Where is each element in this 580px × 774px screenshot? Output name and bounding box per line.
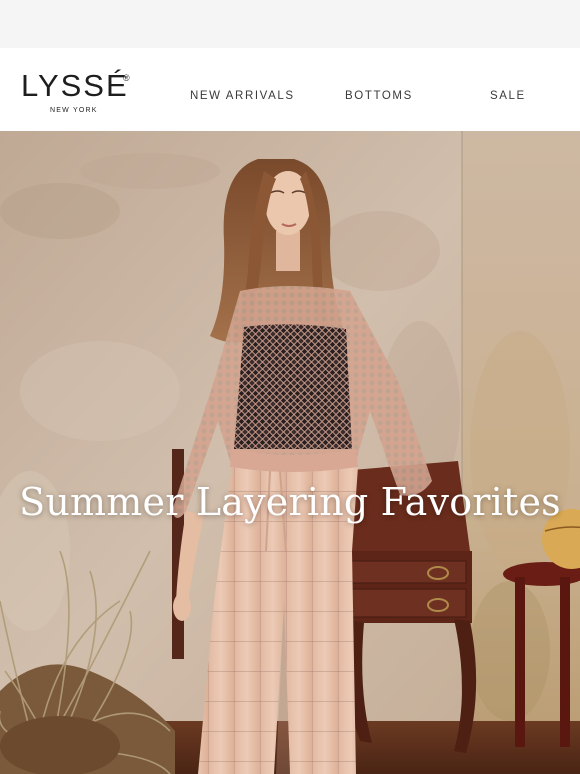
email-page: LYSSÉ ® NEW YORK NEW ARRIVALS BOTTOMS SA… [0, 0, 580, 774]
hero-title: Summer Layering Favorites [19, 480, 561, 524]
nav-bottoms[interactable]: BOTTOMS [345, 89, 413, 103]
email-header: LYSSÉ ® NEW YORK NEW ARRIVALS BOTTOMS SA… [0, 48, 580, 131]
brand-location: NEW YORK [50, 107, 98, 114]
hero-image [0, 131, 580, 774]
brand-name: LYSSÉ [21, 68, 129, 103]
top-spacer [0, 0, 580, 48]
hero-banner[interactable]: Summer Layering Favorites [0, 131, 580, 774]
nav-new-arrivals[interactable]: NEW ARRIVALS [190, 89, 295, 103]
brand-logo[interactable]: LYSSÉ ® NEW YORK [21, 68, 141, 118]
registered-mark: ® [123, 73, 130, 83]
nav-sale[interactable]: SALE [490, 89, 526, 103]
